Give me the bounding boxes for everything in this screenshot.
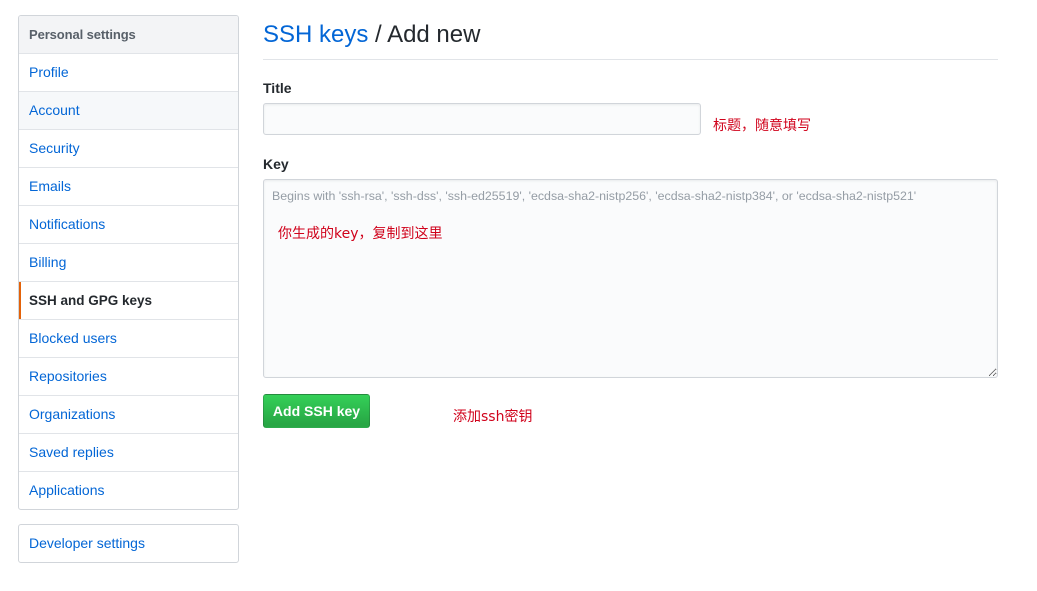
developer-settings-menu: Developer settings — [18, 524, 239, 563]
breadcrumb-ssh-keys-link[interactable]: SSH keys — [263, 21, 368, 48]
page-title: SSH keys / Add new — [263, 18, 998, 60]
sidebar-item-ssh-gpg-keys[interactable]: SSH and GPG keys — [19, 282, 238, 320]
title-label: Title — [263, 80, 292, 96]
key-textarea[interactable] — [263, 179, 998, 378]
title-annotation: 标题，随意填写 — [713, 118, 811, 134]
sidebar-item-saved-replies[interactable]: Saved replies — [19, 434, 238, 472]
title-input[interactable] — [263, 103, 701, 135]
sidebar-item-account[interactable]: Account — [19, 92, 238, 130]
sidebar-item-billing[interactable]: Billing — [19, 244, 238, 282]
sidebar-item-emails[interactable]: Emails — [19, 168, 238, 206]
breadcrumb-current: Add new — [387, 21, 481, 48]
key-annotation: 你生成的key，复制到这里 — [278, 226, 443, 242]
main-content: SSH keys / Add new Title Key Add SSH key — [263, 0, 998, 428]
sidebar-item-organizations[interactable]: Organizations — [19, 396, 238, 434]
menu-heading: Personal settings — [19, 16, 238, 54]
sidebar-item-profile[interactable]: Profile — [19, 54, 238, 92]
sidebar-item-repositories[interactable]: Repositories — [19, 358, 238, 396]
personal-settings-menu: Personal settings Profile Account Securi… — [18, 15, 239, 510]
add-ssh-key-button[interactable]: Add SSH key — [263, 394, 370, 428]
button-annotation: 添加ssh密钥 — [453, 409, 533, 425]
key-label: Key — [263, 156, 289, 172]
sidebar-item-security[interactable]: Security — [19, 130, 238, 168]
settings-page: Personal settings Profile Account Securi… — [0, 0, 1037, 591]
sidebar-item-notifications[interactable]: Notifications — [19, 206, 238, 244]
sidebar-item-applications[interactable]: Applications — [19, 472, 238, 509]
sidebar-item-developer-settings[interactable]: Developer settings — [19, 525, 238, 562]
sidebar-item-blocked-users[interactable]: Blocked users — [19, 320, 238, 358]
breadcrumb-separator: / — [368, 21, 388, 48]
